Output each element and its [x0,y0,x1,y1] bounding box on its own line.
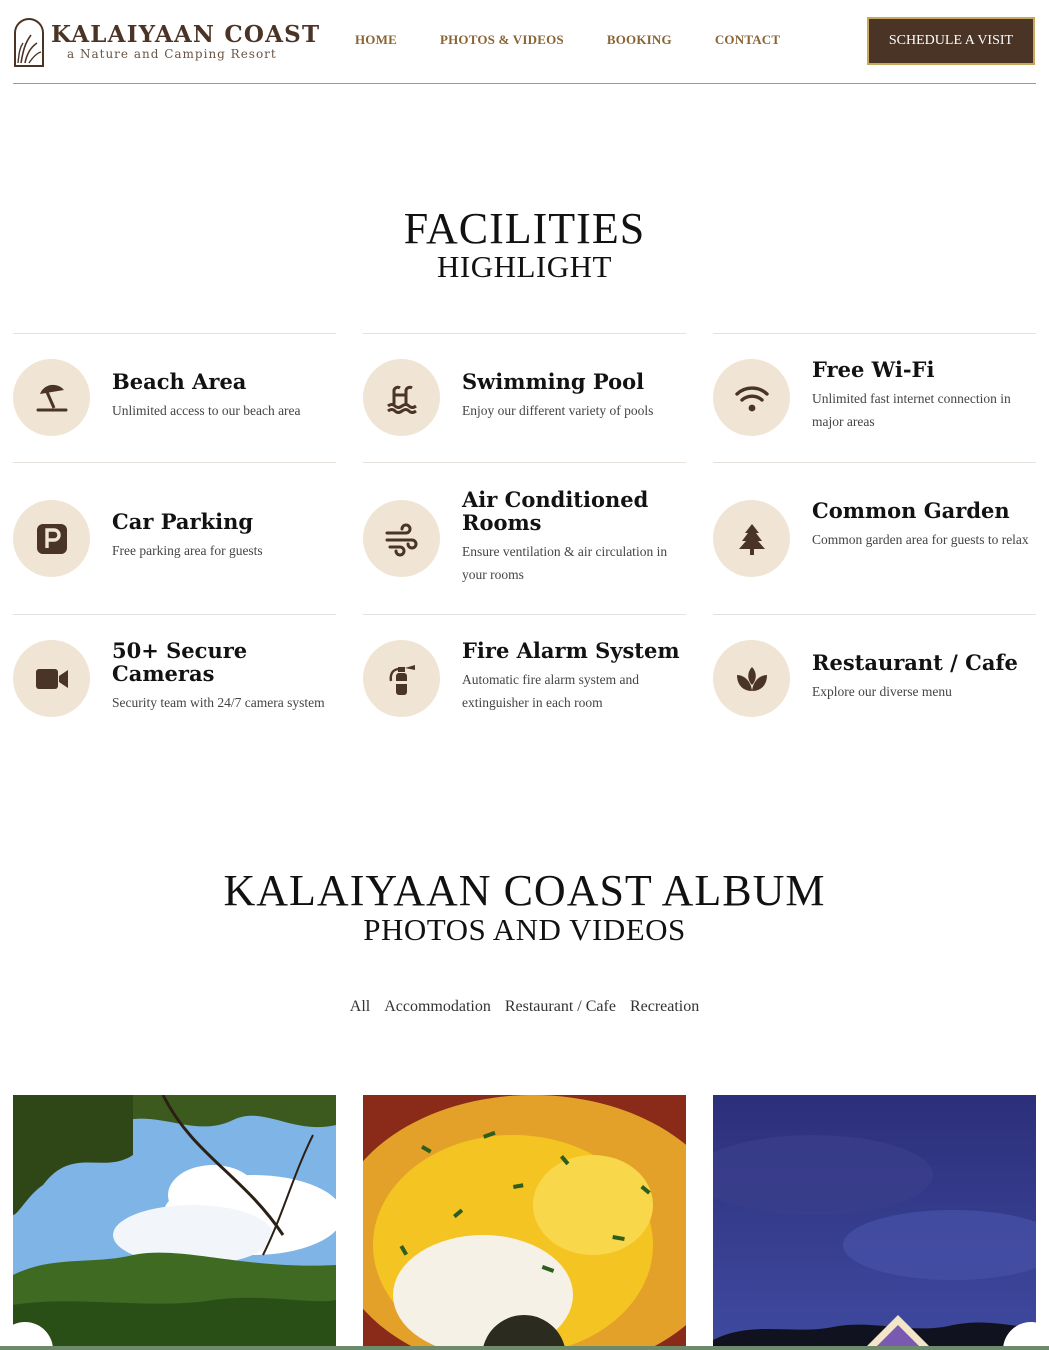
umbrella-beach-icon [13,359,90,436]
facility-card: Car Parking Free parking area for guests [13,462,336,614]
album-title: KALAIYAAN COAST ALBUM [223,866,826,915]
facility-desc: Security team with 24/7 camera system [112,695,325,710]
nav-home[interactable]: HOME [355,32,397,48]
facility-title: Air Conditioned Rooms [462,487,649,535]
album-photo-trees[interactable] [13,1095,336,1350]
album-filters: All Accommodation Restaurant / Cafe Recr… [0,998,1049,1016]
header-divider [13,83,1036,84]
schedule-visit-button[interactable]: SCHEDULE A VISIT [867,17,1035,65]
facility-card: Restaurant / Cafe Explore our diverse me… [713,614,1036,743]
brand-name: KALAIYAAN COAST [51,21,321,48]
facility-title: Restaurant / Cafe [812,650,1018,675]
facility-title: Common Garden [812,498,1010,523]
filter-restaurant-cafe[interactable]: Restaurant / Cafe [505,998,616,1016]
swimming-pool-icon [363,359,440,436]
facility-title: Swimming Pool [462,369,645,394]
wind-icon [363,500,440,577]
facility-desc: Unlimited access to our beach area [112,403,301,418]
album-subtitle: PHOTOS AND VIDEOS [363,912,686,947]
facility-desc: Explore our diverse menu [812,684,952,699]
facility-title: Car Parking [112,509,254,534]
filter-recreation[interactable]: Recreation [630,998,699,1016]
facilities-grid: Beach Area Unlimited access to our beach… [13,333,1036,743]
album-photo-cabin-night[interactable] [713,1095,1036,1350]
filter-accommodation[interactable]: Accommodation [384,998,491,1016]
album-photo-food[interactable] [363,1095,686,1350]
facility-card: Swimming Pool Enjoy our different variet… [363,333,686,462]
tree-icon [713,500,790,577]
facility-card: Fire Alarm System Automatic fire alarm s… [363,614,686,743]
facility-title: 50+ Secure Cameras [112,638,248,686]
bottom-bar [0,1346,1049,1350]
facility-card: Free Wi-Fi Unlimited fast internet conne… [713,333,1036,462]
nav-contact[interactable]: CONTACT [715,32,780,48]
fire-extinguisher-icon [363,640,440,717]
video-camera-icon [13,640,90,717]
site-header: KALAIYAAN COAST a Nature and Camping Res… [0,0,1049,84]
facility-card: 50+ Secure Cameras Security team with 24… [13,614,336,743]
nav-booking[interactable]: BOOKING [607,32,672,48]
logo-mark-icon [14,18,44,67]
facility-desc: Automatic fire alarm system and extingui… [462,672,639,710]
lotus-icon [713,640,790,717]
filter-all[interactable]: All [350,998,370,1016]
facility-desc: Unlimited fast internet connection in ma… [812,391,1011,429]
brand-tagline: a Nature and Camping Resort [67,47,277,61]
nav-photos-videos[interactable]: PHOTOS & VIDEOS [440,32,564,48]
facility-desc: Common garden area for guests to relax [812,532,1029,547]
facility-card: Common Garden Common garden area for gue… [713,462,1036,614]
facility-card: Air Conditioned Rooms Ensure ventilation… [363,462,686,614]
wifi-icon [713,359,790,436]
facility-title: Beach Area [112,369,247,394]
facility-title: Free Wi-Fi [812,357,935,382]
facility-card: Beach Area Unlimited access to our beach… [13,333,336,462]
facility-desc: Free parking area for guests [112,543,263,558]
facility-desc: Ensure ventilation & air circulation in … [462,544,668,582]
facilities-title: FACILITIES [403,204,646,253]
facility-desc: Enjoy our different variety of pools [462,403,654,418]
brand-logo[interactable]: KALAIYAAN COAST a Nature and Camping Res… [13,17,320,67]
facility-title: Fire Alarm System [462,638,680,663]
main-nav: HOME PHOTOS & VIDEOS BOOKING CONTACT [355,32,823,48]
facilities-subtitle: HIGHLIGHT [437,249,612,284]
parking-icon [13,500,90,577]
